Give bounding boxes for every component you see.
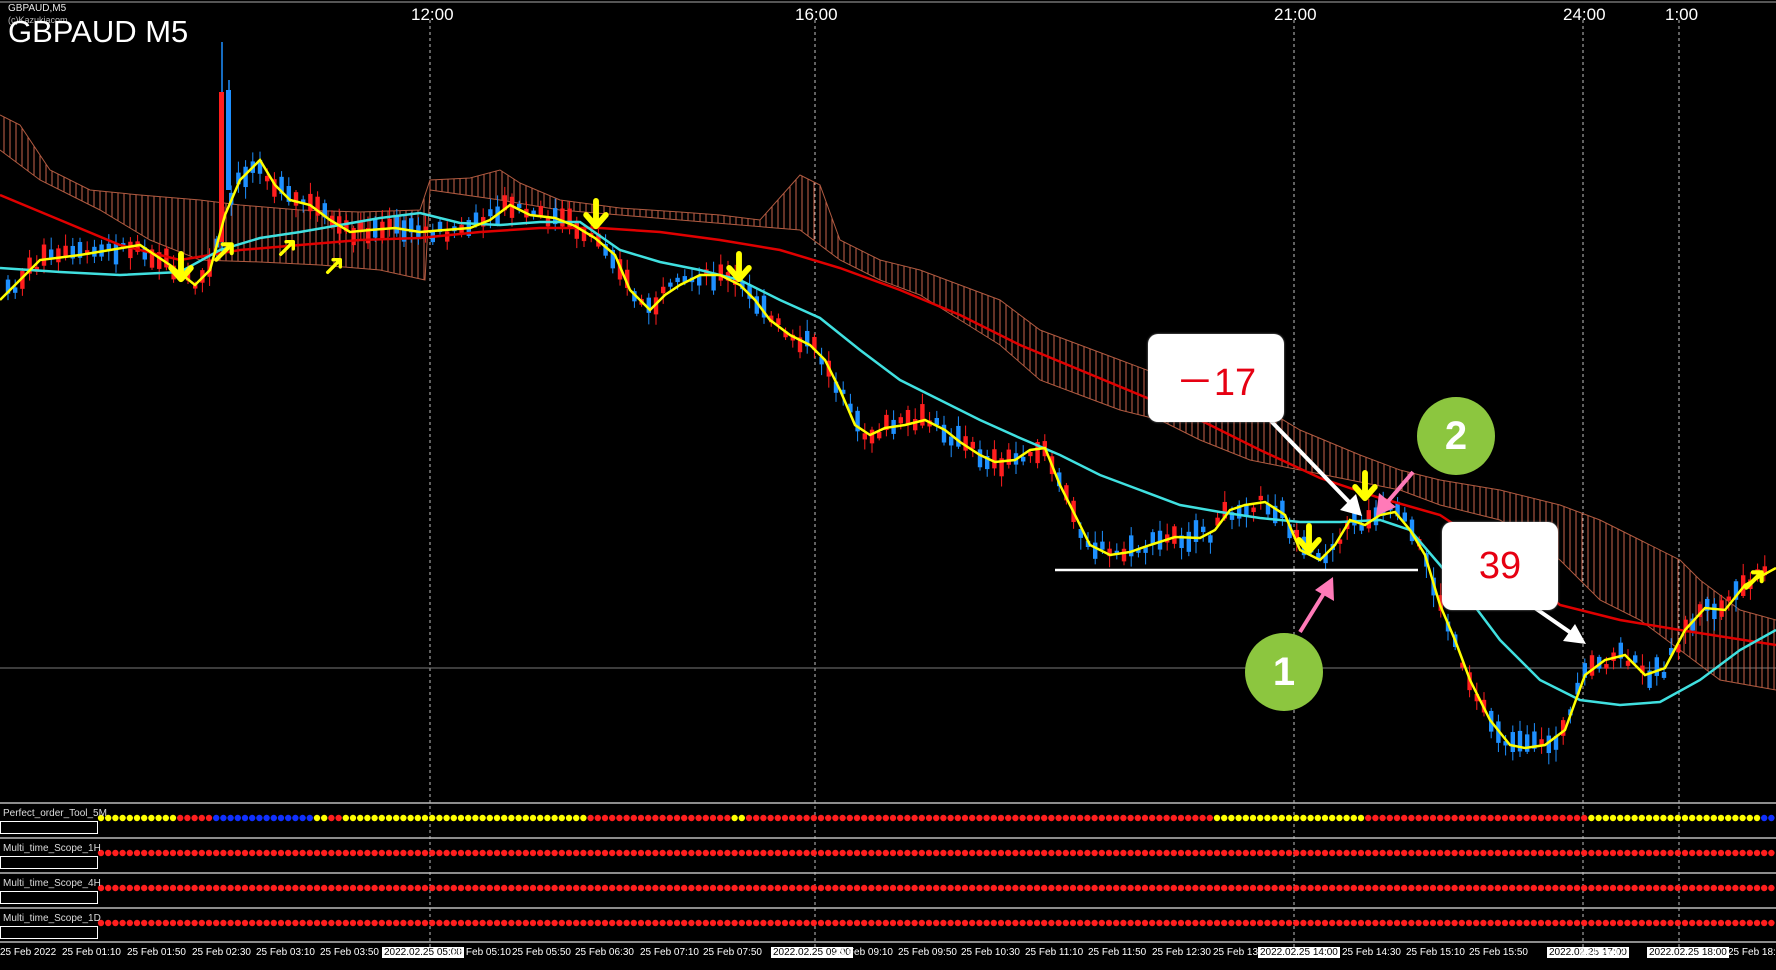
time-axis-label: 25 Feb 13 bbox=[1213, 947, 1259, 958]
time-axis-label: 25 Feb 14:30 bbox=[1342, 947, 1401, 958]
time-axis-label: 2022.02.25 18:00 bbox=[1647, 947, 1729, 958]
symbol-label: GBPAUD M5 bbox=[8, 14, 189, 49]
time-axis-label: 25 Feb 07:10 bbox=[640, 947, 699, 958]
time-axis-label: 25 Feb 09:50 bbox=[898, 947, 957, 958]
chart-tab-title: GBPAUD,M5 bbox=[8, 3, 67, 14]
panel-box-1h bbox=[0, 856, 98, 869]
panel-label-perfect-order: Perfect_order_Tool_5M bbox=[3, 808, 107, 819]
time-label-24: 24:00 bbox=[1563, 5, 1606, 24]
time-axis-label: 25 Feb 03:50 bbox=[320, 947, 379, 958]
time-axis-label: 25 Feb 18:3 bbox=[1728, 947, 1776, 958]
time-axis-label: 25 Feb 10:30 bbox=[961, 947, 1020, 958]
time-label-1: 1:00 bbox=[1665, 5, 1699, 24]
time-axis-label: 25 Feb 05:50 bbox=[512, 947, 571, 958]
time-axis-label: 25 Feb 06:30 bbox=[575, 947, 634, 958]
time-axis-label: 25 Feb 2022 bbox=[0, 947, 57, 958]
time-axis-label: 25 Feb 11:10 bbox=[1025, 947, 1084, 958]
panel-label-1h: Multi_time_Scope_1H bbox=[3, 843, 101, 854]
panel-box-perfect-order bbox=[0, 821, 98, 834]
profit-callout: 39 bbox=[1442, 522, 1558, 610]
up-arrow-signal-icon bbox=[278, 239, 296, 257]
time-axis-label: 25 Feb 02:30 bbox=[192, 947, 251, 958]
time-axis-label: 2022.02.25 14:00 bbox=[1258, 947, 1340, 958]
time-axis-label: 25 Feb 01:10 bbox=[62, 947, 121, 958]
loss-callout: －17 bbox=[1148, 334, 1284, 422]
time-label-21: 21:00 bbox=[1274, 5, 1317, 24]
time-gridlines bbox=[429, 20, 1680, 955]
candlesticks bbox=[5, 42, 1767, 765]
price-chart bbox=[0, 1, 1776, 955]
bottom-time-axis: 25 Feb 2022 25 Feb 01:10 25 Feb 01:50 25 Fe… bbox=[0, 944, 1776, 964]
time-label-16: 16:00 bbox=[795, 5, 838, 24]
time-axis-label: 25 Feb 03:10 bbox=[256, 947, 315, 958]
panel-label-1d: Multi_time_Scope_1D bbox=[3, 913, 101, 924]
time-axis-label: 25 Feb 17 bbox=[1580, 947, 1626, 958]
time-label-12: 12:00 bbox=[411, 5, 454, 24]
sub-panels bbox=[0, 802, 1776, 943]
time-axis-label: 25 Feb 09:10 bbox=[834, 947, 893, 958]
panel-label-4h: Multi_time_Scope_4H bbox=[3, 878, 101, 889]
panel-box-4h bbox=[0, 891, 98, 904]
time-axis-label: 25 Feb 05:10 bbox=[452, 947, 511, 958]
time-axis-label: 25 Feb 07:50 bbox=[703, 947, 762, 958]
time-axis-label: 25 Feb 15:10 bbox=[1406, 947, 1465, 958]
panel-box-1d bbox=[0, 926, 98, 939]
entry-badge-2: 2 bbox=[1417, 397, 1495, 475]
entry-badge-1: 1 bbox=[1245, 633, 1323, 711]
time-axis-label: 25 Feb 01:50 bbox=[127, 947, 186, 958]
time-axis-label: 25 Feb 15:50 bbox=[1469, 947, 1528, 958]
down-arrow-signal-icon bbox=[726, 251, 752, 283]
chart-area[interactable] bbox=[0, 0, 1776, 965]
time-axis-label: 25 Feb 12:30 bbox=[1152, 947, 1211, 958]
time-axis-label: 25 Feb 11:50 bbox=[1088, 947, 1147, 958]
